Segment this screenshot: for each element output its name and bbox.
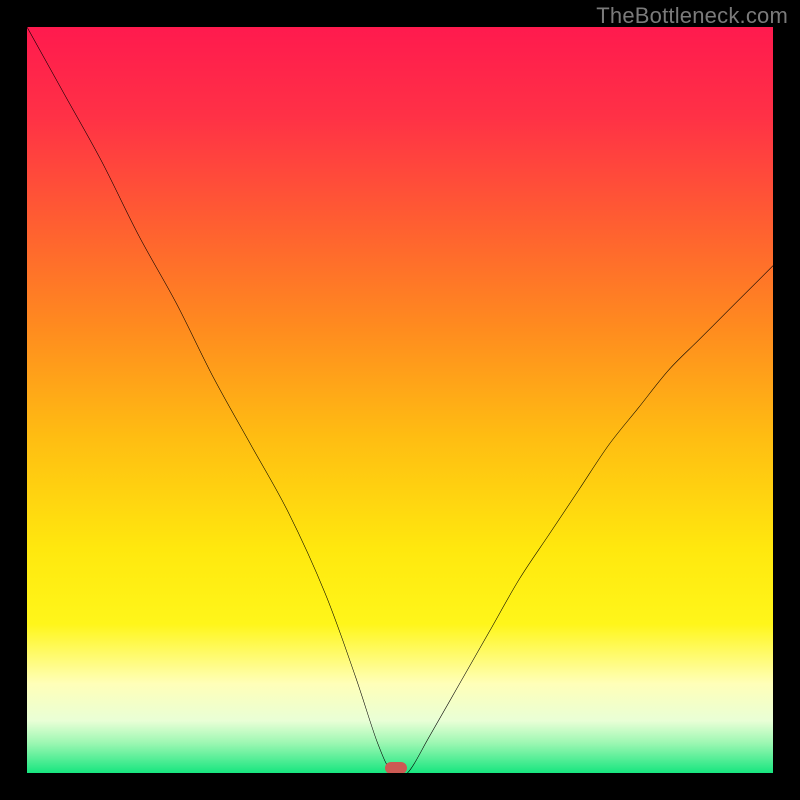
chart-frame: TheBottleneck.com [0,0,800,800]
selected-point-marker [385,762,407,773]
plot-area [27,27,773,773]
watermark-text: TheBottleneck.com [596,3,788,29]
bottleneck-curve [27,27,773,773]
